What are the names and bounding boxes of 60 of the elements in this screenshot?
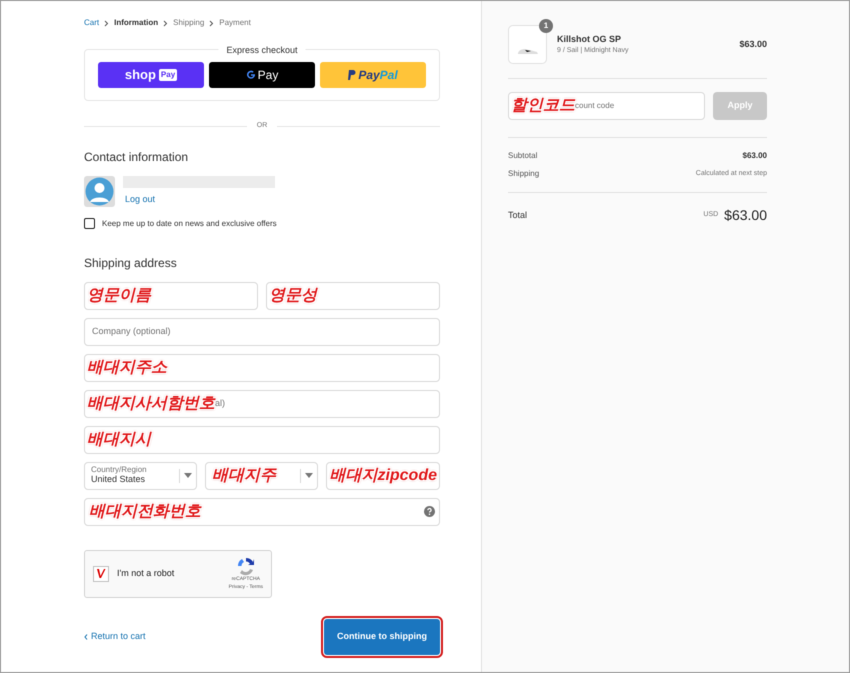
input-field[interactable]: 배대지zipcode (326, 462, 440, 490)
chevron-right-icon (209, 20, 214, 26)
annotation-label: 배대지시 (87, 430, 151, 450)
product-name: Killshot OG SP (557, 32, 622, 46)
annotation-label: 할인코드 (511, 96, 575, 116)
summary-label: Shipping (508, 168, 540, 180)
input-field[interactable]: 영문성 (266, 282, 440, 310)
field-placeholder: Company (optional) (92, 324, 171, 338)
annotation-label: 배대지전화번호 (89, 502, 201, 522)
logout-link[interactable]: Log out (125, 192, 275, 206)
continue-to-shipping-button[interactable]: Continue to shipping (324, 618, 440, 654)
breadcrumb-link[interactable]: Cart (84, 17, 100, 29)
avatar-icon (84, 176, 115, 206)
field-value: United States (91, 474, 146, 485)
summary-value: $63.00 (742, 150, 767, 162)
caret-icon (184, 473, 192, 478)
newsletter-checkbox[interactable] (84, 218, 95, 229)
annotation-label: 배대지사서함번호 (87, 394, 215, 414)
annotation-label: 영문이름 (87, 286, 151, 306)
recaptcha-logo-icon (236, 556, 256, 576)
sneaker-drawing (516, 47, 538, 55)
caret-icon (305, 473, 314, 478)
check-mark-icon (96, 568, 106, 579)
select-field[interactable]: 배대지주 (205, 462, 318, 490)
input-field[interactable]: Company (optional) (84, 318, 440, 346)
total-label: Total (508, 208, 528, 222)
captcha-checkbox[interactable] (93, 566, 109, 582)
input-field[interactable]: 배대지사서함번호al) (84, 390, 440, 418)
input-field[interactable]: 배대지전화번호 (84, 498, 440, 526)
field-label: Country/Region (91, 466, 148, 475)
annotation-label: 배대지zipcode (329, 466, 437, 486)
input-field[interactable]: 배대지시 (84, 426, 440, 454)
quantity-badge: 1 (539, 19, 553, 33)
return-to-cart-link[interactable]: Return to cart (84, 630, 146, 644)
express-checkout-title: Express checkout (218, 44, 306, 58)
annotation-label: 배대지주 (212, 466, 278, 484)
shipping-heading: Shipping address (84, 254, 178, 272)
captcha-label: I'm not a robot (117, 566, 176, 580)
summary-label: Subtotal (508, 150, 538, 162)
google-pay-button[interactable]: Pay (209, 62, 315, 88)
chevron-right-icon (104, 20, 110, 26)
annotation-label: 배대지주소 (87, 358, 167, 378)
input-field[interactable]: 배대지주소 (84, 354, 440, 382)
annotation-label: 영문성 (269, 286, 317, 306)
newsletter-label: Keep me up to date on news and exclusive offers (102, 218, 277, 230)
chevron-right-icon (163, 20, 168, 26)
help-icon[interactable] (424, 506, 435, 517)
google-g-icon (246, 70, 256, 80)
chevron-left-icon (84, 634, 88, 640)
paypal-p-icon (348, 70, 356, 80)
paypal-button[interactable]: PayPal (320, 62, 426, 88)
placeholder-fragment: count code (575, 101, 614, 110)
input-field[interactable]: 영문이름 (84, 282, 258, 310)
contact-heading: Contact information (84, 148, 190, 166)
discount-code-field[interactable]: 할인코드count code (508, 92, 705, 120)
placeholder-fragment: al) (215, 398, 226, 408)
shop-pay-button[interactable]: shop Pay (98, 62, 204, 88)
total-amount: $63.00 (724, 206, 767, 225)
select-field[interactable]: Country/Region United States (84, 462, 198, 490)
product-price: $63.00 (739, 38, 767, 51)
